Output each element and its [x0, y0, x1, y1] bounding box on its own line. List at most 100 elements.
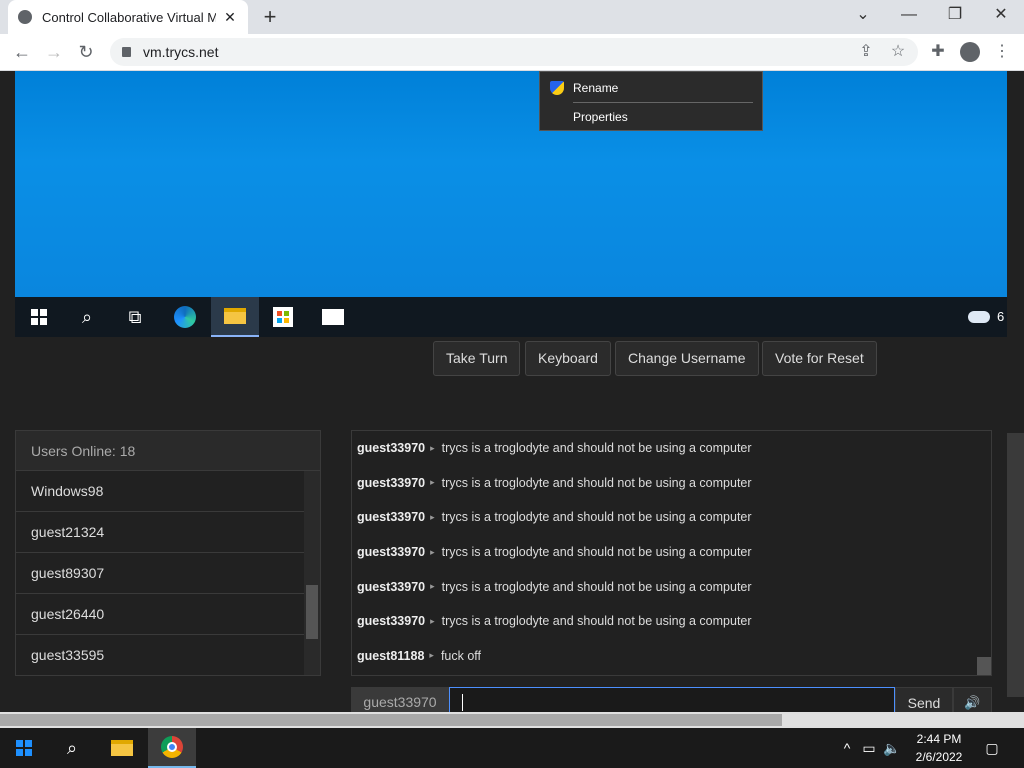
weather-cloud-icon[interactable] — [955, 297, 1003, 337]
users-online-panel: Users Online: 18 Windows98 guest21324 gu… — [15, 430, 321, 676]
reload-icon[interactable]: ↻ — [74, 40, 98, 64]
chat-message: guest33970 ▸ trycs is a troglodyte and s… — [352, 500, 991, 535]
chat-message-username[interactable]: guest33970 — [357, 510, 425, 524]
back-icon[interactable]: ← — [10, 40, 34, 64]
uac-shield-icon — [550, 81, 564, 95]
chat-message-username[interactable]: guest33970 — [357, 580, 425, 594]
users-scrollbar-thumb[interactable] — [306, 585, 318, 639]
page-horizontal-scrollbar[interactable] — [0, 712, 1024, 728]
tab-search-dropdown-icon[interactable]: ⌄ — [840, 0, 886, 30]
browser-tab-strip: Control Collaborative Virtual Mac ✕ + ⌄ … — [0, 0, 1024, 34]
extensions-icon[interactable]: ✚ — [928, 42, 948, 62]
chat-panel: guest33970 ▸ trycs is a troglodyte and s… — [351, 430, 992, 676]
user-list-item[interactable]: guest89307 — [16, 553, 304, 594]
caret-right-icon: ▸ — [430, 546, 435, 557]
caret-right-icon: ▸ — [430, 615, 435, 626]
chat-message-input[interactable] — [449, 687, 895, 712]
chat-message-username[interactable]: guest33970 — [357, 545, 425, 559]
weather-text: 6 — [997, 309, 1005, 324]
chat-message-text: trycs is a troglodyte and should not be … — [441, 510, 752, 525]
vm-screen-desktop[interactable] — [15, 71, 1007, 297]
page-horizontal-scrollbar-thumb[interactable] — [0, 714, 782, 726]
user-list-item[interactable]: guest26440 — [16, 594, 304, 635]
tray-overflow-chevron-icon[interactable]: ^ — [838, 728, 856, 768]
chat-message: guest33970 ▸ trycs is a troglodyte and s… — [352, 535, 991, 570]
browser-toolbar: ← → ↻ vm.trycs.net ⇪ ☆ ✚ ⋮ — [0, 34, 1024, 71]
context-menu-rename[interactable]: Rename — [573, 78, 618, 98]
chat-message-username[interactable]: guest33970 — [357, 441, 425, 455]
context-menu-properties[interactable]: Properties — [573, 107, 628, 127]
windows-start-icon[interactable] — [15, 297, 63, 337]
minimize-button[interactable]: — — [886, 0, 932, 30]
chat-message-text: trycs is a troglodyte and should not be … — [441, 579, 752, 594]
users-online-header: Users Online: 18 — [16, 431, 320, 471]
host-file-explorer-icon[interactable] — [98, 728, 146, 768]
tab-close-icon[interactable]: ✕ — [222, 9, 238, 26]
vm-context-menu: Rename Properties — [539, 71, 763, 131]
browser-tab[interactable]: Control Collaborative Virtual Mac ✕ — [8, 0, 248, 34]
host-start-icon[interactable] — [0, 728, 48, 768]
chat-message-text: trycs is a troglodyte and should not be … — [441, 545, 752, 560]
vm-taskbar: ⌕ ⧉ 6 — [15, 297, 1007, 337]
user-list-item[interactable]: Windows98 — [16, 471, 304, 512]
mail-icon[interactable] — [309, 297, 357, 337]
host-taskbar: ⌕ ^ ▭ 🔈 2:44 PM 2/6/2022 ▢ — [0, 728, 1024, 768]
clock-time: 2:44 PM — [916, 732, 962, 746]
clock-date: 2/6/2022 — [915, 750, 963, 764]
forward-icon[interactable]: → — [42, 40, 66, 64]
task-view-icon[interactable]: ⧉ — [111, 297, 159, 337]
chat-message-username[interactable]: guest81188 — [357, 649, 424, 663]
page-content: Rename Properties ⌕ ⧉ 6 Take Turn Keyboa… — [0, 71, 1024, 712]
text-caret — [462, 694, 463, 711]
maximize-button[interactable]: ❐ — [932, 0, 978, 30]
edge-icon[interactable] — [161, 297, 209, 337]
send-button[interactable]: Send — [895, 687, 953, 712]
share-icon[interactable]: ⇪ — [856, 42, 876, 62]
address-url: vm.trycs.net — [143, 44, 219, 60]
tab-title: Control Collaborative Virtual Mac — [42, 9, 216, 25]
change-username-button[interactable]: Change Username — [615, 341, 759, 376]
chat-message-username[interactable]: guest33970 — [357, 476, 425, 490]
chat-message: guest33970 ▸ trycs is a troglodyte and s… — [352, 431, 991, 466]
user-list-item[interactable]: guest21324 — [16, 512, 304, 553]
host-clock[interactable]: 2:44 PM 2/6/2022 — [904, 730, 974, 766]
chat-message-username[interactable]: guest33970 — [357, 614, 425, 628]
bookmark-star-icon[interactable]: ☆ — [888, 42, 908, 62]
sound-toggle-icon[interactable]: 🔊 — [953, 687, 992, 712]
caret-right-icon: ▸ — [429, 650, 434, 661]
user-list-item[interactable]: guest33595 — [16, 635, 304, 675]
chat-message-text: trycs is a troglodyte and should not be … — [441, 614, 752, 629]
chat-scrollbar[interactable] — [975, 431, 991, 675]
address-bar[interactable]: vm.trycs.net — [110, 38, 918, 66]
chat-message-text: trycs is a troglodyte and should not be … — [441, 475, 752, 490]
take-turn-button[interactable]: Take Turn — [433, 341, 521, 376]
chat-username-label: guest33970 — [351, 687, 449, 712]
host-chrome-icon[interactable] — [148, 728, 196, 768]
caret-right-icon: ▸ — [430, 581, 435, 592]
notifications-icon[interactable]: ▢ — [982, 728, 1002, 768]
chat-message: guest33970 ▸ trycs is a troglodyte and s… — [352, 569, 991, 604]
file-explorer-icon[interactable] — [211, 297, 259, 337]
profile-avatar-icon[interactable] — [960, 42, 980, 62]
host-search-icon[interactable]: ⌕ — [48, 728, 96, 768]
chat-message-text: fuck off — [440, 648, 482, 663]
network-icon[interactable]: ▭ — [860, 728, 878, 768]
caret-right-icon: ▸ — [430, 511, 435, 522]
volume-muted-icon[interactable]: 🔈 — [882, 728, 902, 768]
users-scrollbar[interactable] — [304, 471, 320, 675]
context-menu-separator — [573, 102, 753, 103]
caret-right-icon: ▸ — [430, 442, 435, 453]
chat-scrollbar-thumb[interactable] — [977, 657, 991, 675]
keyboard-button[interactable]: Keyboard — [525, 341, 611, 376]
close-window-button[interactable]: ✕ — [978, 0, 1024, 30]
page-vertical-scrollbar[interactable] — [1007, 433, 1024, 697]
lock-icon — [122, 47, 131, 57]
chat-input-row: guest33970 Send 🔊 — [351, 687, 992, 712]
store-icon[interactable] — [259, 297, 307, 337]
search-icon[interactable]: ⌕ — [63, 297, 111, 337]
chat-message: guest33970 ▸ trycs is a troglodyte and s… — [352, 604, 991, 639]
vote-reset-button[interactable]: Vote for Reset — [762, 341, 877, 376]
menu-icon[interactable]: ⋮ — [992, 42, 1012, 62]
caret-right-icon: ▸ — [430, 477, 435, 488]
new-tab-button[interactable]: + — [258, 4, 282, 30]
